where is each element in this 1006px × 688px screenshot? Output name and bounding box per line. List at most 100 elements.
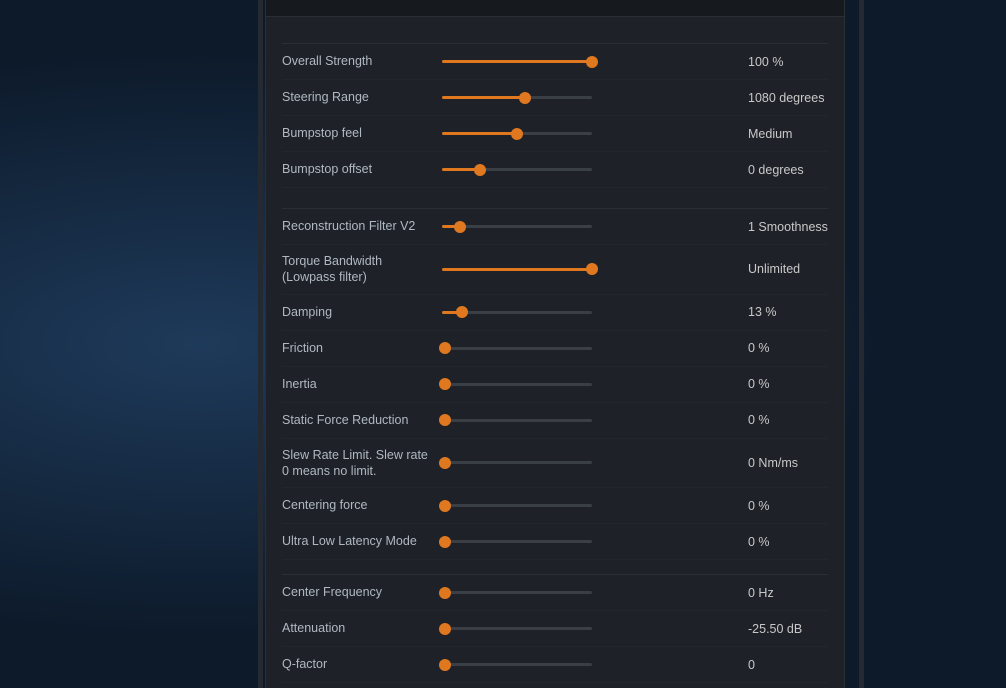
slider-fill (442, 96, 525, 99)
slider-container[interactable] (442, 261, 736, 277)
slider-thumb[interactable] (439, 342, 451, 354)
advanced-profile-title (282, 17, 828, 44)
settings-panel: Overall Strength100 % Steering Range 1080 … (265, 0, 845, 688)
slider-container[interactable] (442, 534, 736, 550)
slider-label: Centering force (282, 497, 442, 513)
slider-row: Ultra Low Latency Mode 0 % (282, 524, 828, 560)
slider-value: 0 Nm/ms (748, 456, 828, 470)
slider-value: 1080 degrees (748, 91, 828, 105)
slider-container[interactable] (442, 585, 736, 601)
slider-value: 13 % (748, 305, 828, 319)
slider-label: Torque Bandwidth (Lowpass filter) (282, 253, 442, 286)
slider-thumb[interactable] (511, 128, 523, 140)
slider-value: 0 % (748, 413, 828, 427)
slider-value: -25.50 dB (748, 622, 828, 636)
slider-label: Center Frequency (282, 584, 442, 600)
slider-thumb[interactable] (519, 92, 531, 104)
slider-thumb[interactable] (439, 378, 451, 390)
slider-container[interactable] (442, 162, 736, 178)
slider-label: Bumpstop feel (282, 125, 442, 141)
slider-container[interactable] (442, 90, 736, 106)
slider-track (442, 347, 592, 350)
slider-row: Bumpstop feel Medium (282, 116, 828, 152)
slider-track (442, 461, 592, 464)
slider-container[interactable] (442, 126, 736, 142)
slider-thumb[interactable] (439, 414, 451, 426)
slider-value: 1 Smoothness (748, 220, 828, 234)
notch-filter-note (282, 560, 828, 575)
slider-label: Reconstruction Filter V2 (282, 218, 442, 234)
slider-fill (442, 132, 517, 135)
slider-track (442, 663, 592, 666)
notch-sliders-group: Center Frequency 0 Hz Attenuation -25.50 dB… (282, 575, 828, 683)
cof-sliders-group: Reconstruction Filter V2 1 Smoothness Torq… (282, 209, 828, 560)
cof-section-header (282, 188, 828, 209)
slider-track (442, 540, 592, 543)
slider-container[interactable] (442, 54, 736, 70)
slider-row: Q-factor 0 (282, 647, 828, 683)
slider-thumb[interactable] (439, 623, 451, 635)
slider-thumb[interactable] (439, 587, 451, 599)
slider-container[interactable] (442, 340, 736, 356)
slider-row: Static Force Reduction 0 % (282, 403, 828, 439)
slider-value: 0 (748, 658, 828, 672)
slider-thumb[interactable] (456, 306, 468, 318)
slider-row: Bumpstop offset 0 degrees (282, 152, 828, 188)
slider-row: Steering Range 1080 degrees (282, 80, 828, 116)
slider-row: Friction0 % (282, 331, 828, 367)
slider-label: Q-factor (282, 656, 442, 672)
slider-fill (442, 268, 592, 271)
slider-row: Slew Rate Limit. Slew rate 0 means no li… (282, 439, 828, 489)
slider-container[interactable] (442, 412, 736, 428)
slider-thumb[interactable] (474, 164, 486, 176)
slider-container[interactable] (442, 304, 736, 320)
slider-row: Attenuation -25.50 dB (282, 611, 828, 647)
slider-container[interactable] (442, 219, 736, 235)
section-title (266, 0, 844, 17)
slider-thumb[interactable] (439, 659, 451, 671)
slider-container[interactable] (442, 455, 736, 471)
slider-container[interactable] (442, 621, 736, 637)
slider-container[interactable] (442, 498, 736, 514)
slider-thumb[interactable] (454, 221, 466, 233)
slider-track (442, 168, 592, 171)
slider-value: 0 Hz (748, 586, 828, 600)
slider-row: Centering force 0 % (282, 488, 828, 524)
slider-row: Overall Strength100 % (282, 44, 828, 80)
slider-row: Damping 13 % (282, 295, 828, 331)
slider-row: Reconstruction Filter V2 1 Smoothness (282, 209, 828, 245)
slider-track (442, 225, 592, 228)
slider-label: Inertia (282, 376, 442, 392)
slider-label: Ultra Low Latency Mode (282, 533, 442, 549)
slider-label: Bumpstop offset (282, 161, 442, 177)
slider-thumb[interactable] (439, 536, 451, 548)
slider-track (442, 311, 592, 314)
slider-label: Overall Strength (282, 53, 442, 69)
slider-label: Attenuation (282, 620, 442, 636)
slider-track (442, 383, 592, 386)
slider-value: Medium (748, 127, 828, 141)
slider-value: 0 % (748, 377, 828, 391)
slider-value: 0 degrees (748, 163, 828, 177)
slider-track (442, 627, 592, 630)
slider-label: Static Force Reduction (282, 412, 442, 428)
slider-thumb[interactable] (439, 500, 451, 512)
slider-label: Slew Rate Limit. Slew rate 0 means no li… (282, 447, 442, 480)
slider-track (442, 268, 592, 271)
slider-thumb[interactable] (586, 263, 598, 275)
slider-thumb[interactable] (586, 56, 598, 68)
slider-row: Torque Bandwidth (Lowpass filter)Unlimit… (282, 245, 828, 295)
slider-label: Steering Range (282, 89, 442, 105)
slider-value: 0 % (748, 499, 828, 513)
slider-value: 0 % (748, 341, 828, 355)
slider-fill (442, 60, 592, 63)
slider-track (442, 419, 592, 422)
slider-label: Damping (282, 304, 442, 320)
slider-track (442, 591, 592, 594)
basic-sliders-group: Overall Strength100 % Steering Range 1080 … (282, 44, 828, 188)
slider-container[interactable] (442, 376, 736, 392)
slider-thumb[interactable] (439, 457, 451, 469)
slider-container[interactable] (442, 657, 736, 673)
slider-value: 0 % (748, 535, 828, 549)
slider-track (442, 504, 592, 507)
